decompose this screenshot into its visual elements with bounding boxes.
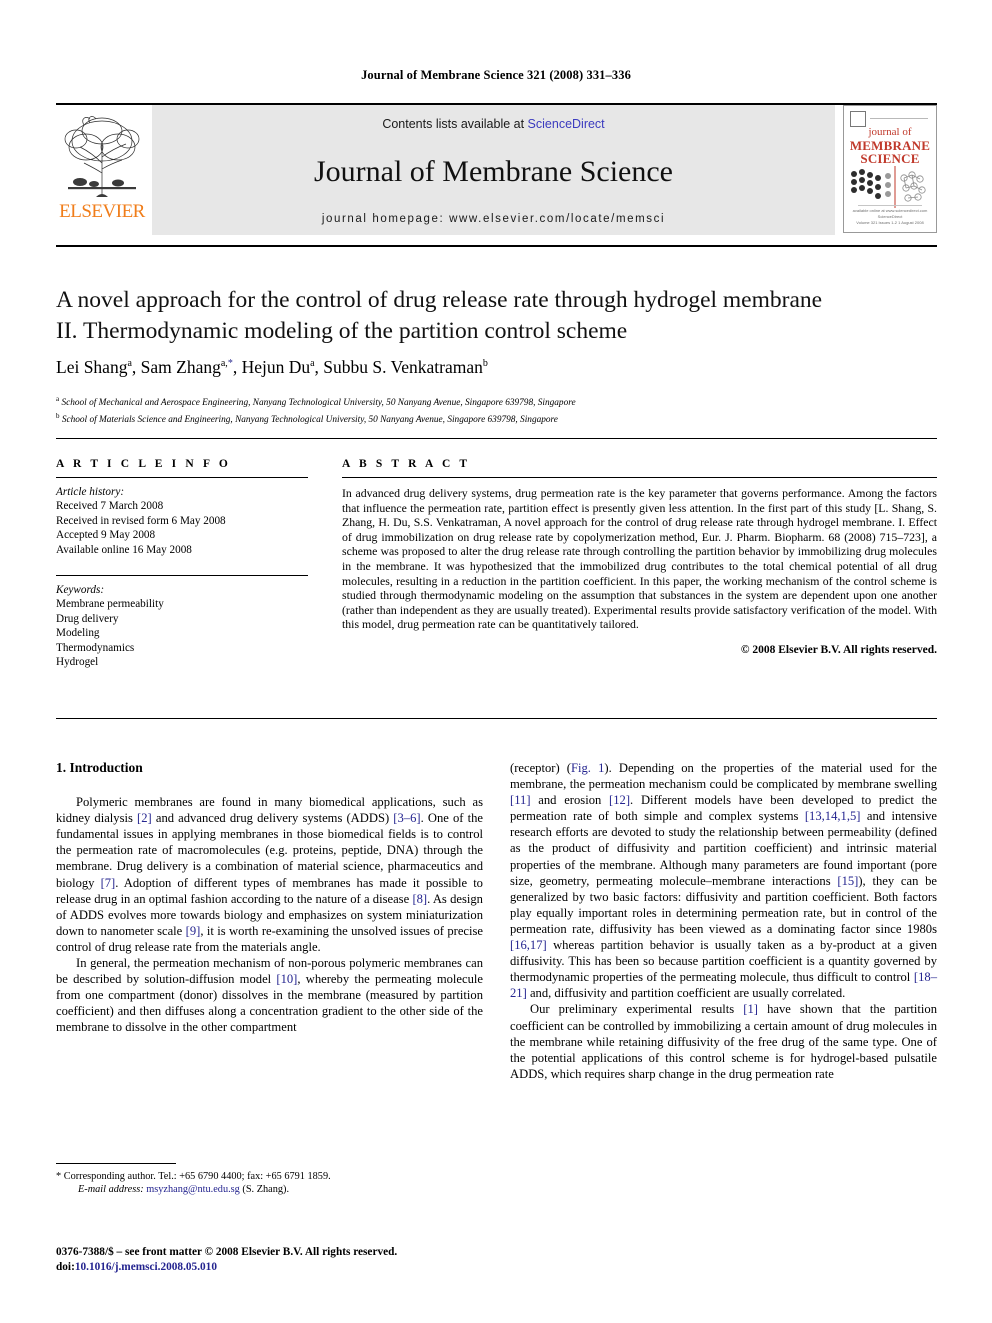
- keyword-item: Hydrogel: [56, 656, 99, 669]
- author-affil-mark-3: a: [310, 358, 315, 370]
- elsevier-wordmark: ELSEVIER: [59, 201, 145, 222]
- keywords-block: Keywords: Membrane permeability Drug del…: [56, 583, 308, 669]
- elsevier-tree-icon: [64, 116, 140, 197]
- body-column-right: (receptor) (Fig. 1). Depending on the pr…: [510, 760, 937, 1082]
- author-affil-mark-2: a,*: [220, 358, 233, 370]
- author-name-2[interactable]: Sam Zhang: [141, 357, 221, 377]
- history-item: Received 7 March 2008: [56, 500, 164, 513]
- email-link[interactable]: msyzhang@ntu.edu.sg: [146, 1184, 240, 1195]
- title-line-2: II. Thermodynamic modeling of the partit…: [56, 318, 628, 344]
- footnote-divider: [56, 1163, 176, 1164]
- author-affil-mark-4: b: [482, 358, 488, 370]
- citation-link[interactable]: [8]: [412, 892, 427, 906]
- affiliation-mark-a: a: [56, 395, 60, 403]
- copyright-line: © 2008 Elsevier B.V. All rights reserved…: [740, 643, 937, 656]
- title-divider: [56, 245, 937, 247]
- cover-divider: [870, 118, 928, 119]
- history-item: Received in revised form 6 May 2008: [56, 514, 226, 527]
- author-name-1[interactable]: Lei Shang: [56, 357, 127, 377]
- article-history-label: Article history:: [56, 486, 125, 498]
- paragraph: In general, the permeation mechanism of …: [56, 956, 483, 1035]
- cover-molecule-diagram-icon: [851, 166, 926, 208]
- citation-link[interactable]: [1]: [743, 1002, 758, 1016]
- citation-link[interactable]: [9]: [186, 924, 201, 938]
- journal-masthead: ELSEVIER Contents lists available at Sci…: [56, 103, 937, 235]
- article-info-column: A R T I C L E I N F O Article history: R…: [56, 458, 308, 669]
- journal-title: Journal of Membrane Science: [313, 155, 674, 188]
- history-item: Available online 16 May 2008: [56, 543, 192, 556]
- journal-homepage-link[interactable]: journal homepage: www.elsevier.com/locat…: [322, 213, 665, 225]
- citation-link[interactable]: [12]: [609, 793, 630, 807]
- affiliation-a: a School of Mechanical and Aerospace Eng…: [56, 393, 946, 410]
- doi-line: doi:10.1016/j.memsci.2008.05.010: [56, 1260, 486, 1275]
- figure-link[interactable]: Fig. 1: [571, 761, 604, 775]
- contents-prefix: Contents lists available at: [382, 117, 528, 131]
- affiliation-b: b School of Materials Science and Engine…: [56, 410, 946, 427]
- citation-link[interactable]: [2]: [137, 811, 152, 825]
- paragraph: Polymeric membranes are found in many bi…: [56, 795, 483, 954]
- author-list: Lei Shanga, Sam Zhanga,*, Hejun Dua, Sub…: [56, 357, 488, 377]
- author-affil-mark-1: a: [127, 358, 132, 370]
- cover-footer-line3: Volume 321 Issues 1-2 1 August 2008: [856, 220, 924, 225]
- contents-available-line: Contents lists available at ScienceDirec…: [382, 117, 604, 131]
- affiliations: a School of Mechanical and Aerospace Eng…: [56, 393, 946, 426]
- abstract-rule: [342, 477, 937, 478]
- issn-line: 0376-7388/$ – see front matter © 2008 El…: [56, 1246, 398, 1258]
- article-history-block: Article history: Received 7 March 2008 R…: [56, 485, 308, 557]
- keywords-label: Keywords:: [56, 584, 105, 597]
- sciencedirect-link[interactable]: ScienceDirect: [528, 117, 605, 131]
- paper-page: Journal of Membrane Science 321 (2008) 3…: [0, 0, 992, 1323]
- info-section-divider: [56, 438, 937, 439]
- keyword-item: Membrane permeability: [56, 598, 164, 611]
- page-title: A novel approach for the control of drug…: [56, 285, 946, 347]
- issn-copyright-block: 0376-7388/$ – see front matter © 2008 El…: [56, 1245, 486, 1274]
- keyword-item: Thermodynamics: [56, 641, 135, 654]
- email-suffix: (S. Zhang).: [242, 1184, 290, 1196]
- affiliation-mark-b: b: [56, 411, 60, 420]
- corresponding-author-marker[interactable]: *: [228, 358, 233, 369]
- masthead-band: Contents lists available at ScienceDirec…: [152, 105, 835, 235]
- section-heading-introduction: 1. Introduction: [56, 760, 143, 775]
- body-section-divider: [56, 718, 937, 719]
- running-head: Journal of Membrane Science 321 (2008) 3…: [361, 68, 631, 82]
- paragraph: (receptor) (Fig. 1). Depending on the pr…: [510, 761, 937, 1001]
- elsevier-logo: ELSEVIER: [56, 105, 148, 235]
- citation-link[interactable]: [15]: [837, 874, 858, 888]
- email-label: E-mail address:: [78, 1184, 144, 1196]
- citation-link[interactable]: [16,17]: [510, 938, 547, 952]
- history-item: Accepted 9 May 2008: [56, 529, 156, 542]
- cover-footer: available online at www.sciencedirect.co…: [844, 205, 936, 226]
- abstract-text: In advanced drug delivery systems, drug …: [342, 486, 937, 632]
- cover-title-line3: SCIENCE: [860, 151, 920, 166]
- doi-label: doi:: [56, 1260, 75, 1273]
- footnote-block: * Corresponding author. Tel.: +65 6790 4…: [56, 1170, 486, 1196]
- citation-link[interactable]: [3–6]: [393, 811, 420, 825]
- cover-title: journal of MEMBRANE SCIENCE: [844, 126, 936, 165]
- title-line-1: A novel approach for the control of drug…: [56, 287, 823, 313]
- citation-link[interactable]: [13,14,1,5]: [805, 809, 861, 823]
- citation-link[interactable]: [10]: [276, 972, 297, 986]
- abstract-column: A B S T R A C T In advanced drug deliver…: [342, 458, 937, 656]
- abstract-heading: A B S T R A C T: [342, 458, 471, 470]
- cover-elsevier-mini-icon: [850, 111, 866, 127]
- corresponding-author-footnote: * Corresponding author. Tel.: +65 6790 4…: [56, 1171, 331, 1182]
- keyword-item: Modeling: [56, 627, 100, 640]
- article-info-rule: [56, 477, 308, 478]
- doi-link[interactable]: 10.1016/j.memsci.2008.05.010: [75, 1261, 217, 1273]
- keyword-item: Drug delivery: [56, 612, 119, 625]
- email-footnote: E-mail address: msyzhang@ntu.edu.sg (S. …: [56, 1183, 486, 1196]
- affiliation-text-a: School of Mechanical and Aerospace Engin…: [61, 398, 576, 409]
- author-name-3[interactable]: Hejun Du: [242, 357, 311, 377]
- paragraph: Our preliminary experimental results [1]…: [510, 1002, 938, 1081]
- citation-link[interactable]: [11]: [510, 793, 531, 807]
- journal-cover-thumbnail: journal of MEMBRANE SCIENCE available on…: [843, 105, 937, 233]
- affiliation-text-b: School of Materials Science and Engineer…: [61, 414, 558, 425]
- author-name-4[interactable]: Subbu S. Venkatraman: [323, 357, 483, 377]
- body-column-left: 1. Introduction Polymeric membranes are …: [56, 760, 483, 1036]
- citation-link[interactable]: [18–21]: [510, 970, 937, 1000]
- keywords-rule: [56, 575, 308, 577]
- article-info-heading: A R T I C L E I N F O: [56, 458, 231, 470]
- citation-link[interactable]: [7]: [101, 876, 116, 890]
